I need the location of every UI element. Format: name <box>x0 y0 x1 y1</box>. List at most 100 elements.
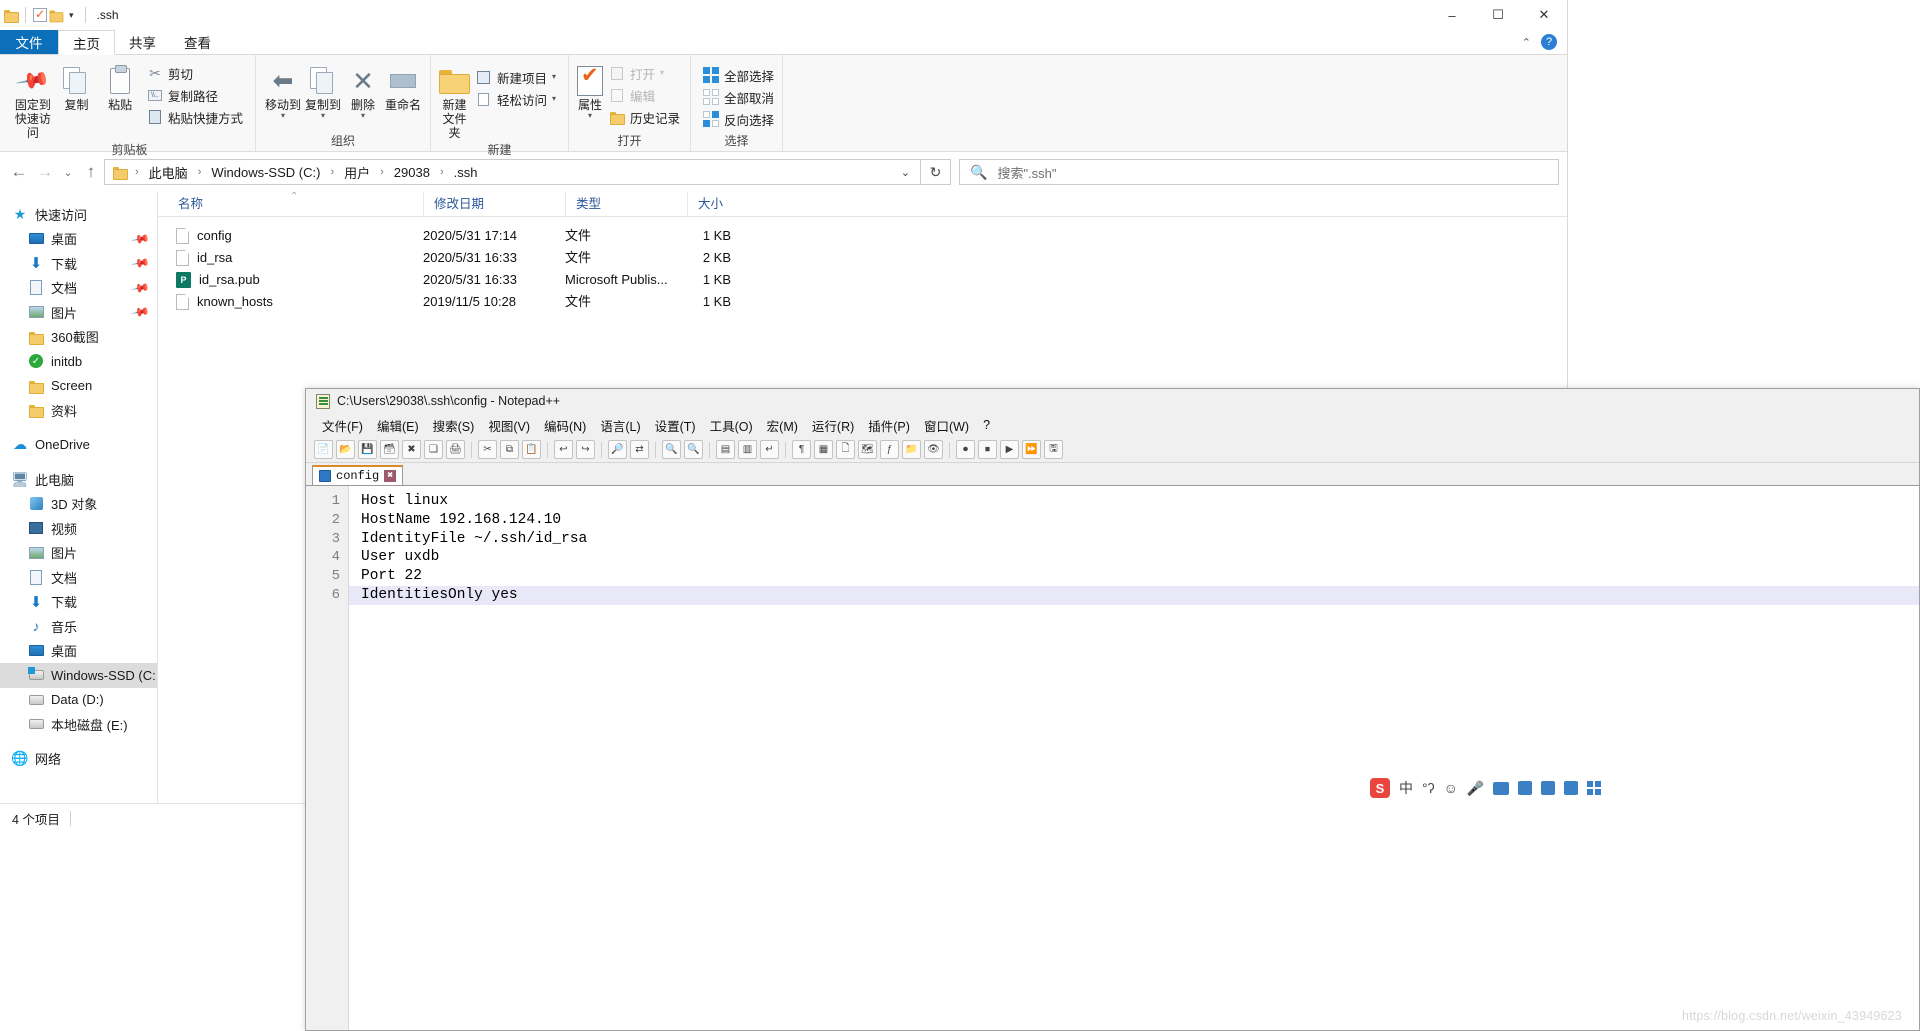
sidebar-item-downloads-pc[interactable]: ⬇ 下载 <box>0 590 157 615</box>
menu-window[interactable]: 窗口(W) <box>918 414 975 437</box>
save-macro-icon[interactable]: 🖫 <box>1044 440 1063 459</box>
menu-plugins[interactable]: 插件(P) <box>862 414 916 437</box>
copy-button[interactable]: 复制 <box>56 60 98 112</box>
new-folder-button[interactable]: 新建 文件夹 <box>439 60 471 140</box>
edit-button[interactable]: 编辑 <box>605 84 684 106</box>
breadcrumb-item-1[interactable]: Windows-SSD (C:) <box>209 165 322 180</box>
new-item-button[interactable]: 新建项目 ▾ <box>472 66 560 88</box>
breadcrumb-item-4[interactable]: .ssh <box>452 165 480 180</box>
open-file-icon[interactable]: 📂 <box>336 440 355 459</box>
properties-icon[interactable]: ✓ <box>33 7 47 22</box>
paste-button[interactable]: 粘贴 <box>99 60 141 112</box>
breadcrumb-item-0[interactable]: 此电脑 <box>147 163 190 182</box>
copy-path-button[interactable]: \\.. 复制路径 <box>143 84 247 106</box>
sidebar-item-documents[interactable]: 文档 📌 <box>0 276 157 301</box>
close-all-icon[interactable]: ❏ <box>424 440 443 459</box>
select-none-button[interactable]: 全部取消 <box>699 86 778 108</box>
breadcrumb-item-2[interactable]: 用户 <box>342 163 372 182</box>
zoom-out-icon[interactable]: 🔍 <box>684 440 703 459</box>
ime-mode-label[interactable]: 中 <box>1399 778 1413 798</box>
indent-guide-icon[interactable]: ▦ <box>814 440 833 459</box>
undo-icon[interactable]: ↩ <box>554 440 573 459</box>
menu-search[interactable]: 搜索(S) <box>427 414 481 437</box>
column-header-size[interactable]: 大小 <box>687 191 757 217</box>
sync-scroll-v-icon[interactable]: ▤ <box>716 440 735 459</box>
sidebar-item-360screenshot[interactable]: 360截图 <box>0 325 157 350</box>
copy-to-button[interactable]: 复制到 ▾ <box>304 60 342 120</box>
address-bar[interactable]: › 此电脑 › Windows-SSD (C:) › 用户 › 29038 › … <box>104 159 921 185</box>
sogou-logo-icon[interactable]: S <box>1370 778 1390 798</box>
new-folder-icon[interactable] <box>49 9 64 23</box>
rename-button[interactable]: 重命名 <box>384 60 422 112</box>
tab-share[interactable]: 共享 <box>115 30 170 54</box>
breadcrumb-item-3[interactable]: 29038 <box>392 165 432 180</box>
zoom-in-icon[interactable]: 🔍 <box>662 440 681 459</box>
sidebar-item-documents-pc[interactable]: 文档 <box>0 565 157 590</box>
close-file-icon[interactable]: ✖ <box>402 440 421 459</box>
sidebar-item-screen[interactable]: Screen <box>0 374 157 399</box>
sidebar-item-3d-objects[interactable]: 3D 对象 <box>0 492 157 517</box>
table-row[interactable]: Pid_rsa.pub 2020/5/31 16:33 Microsoft Pu… <box>158 269 1567 291</box>
navigation-pane[interactable]: ★ 快速访问 桌面 📌 ⬇ 下载 📌 文档 📌 图片 📌 360截图 ✓ ini… <box>0 192 158 803</box>
doc-map-icon[interactable]: 🗺 <box>858 440 877 459</box>
forward-button[interactable]: → <box>32 159 58 185</box>
select-all-button[interactable]: 全部选择 <box>699 64 778 86</box>
sidebar-item-videos[interactable]: 视频 <box>0 516 157 541</box>
minimize-button[interactable]: – <box>1429 0 1475 30</box>
recent-locations-button[interactable]: ⌄ <box>58 159 78 185</box>
sidebar-item-windows-ssd[interactable]: Windows-SSD (C: <box>0 663 157 688</box>
replace-icon[interactable]: ⇄ <box>630 440 649 459</box>
sidebar-item-local-disk-e[interactable]: 本地磁盘 (E:) <box>0 712 157 737</box>
search-input[interactable]: 🔍 搜索".ssh" <box>959 159 1559 185</box>
cut-button[interactable]: ✂ 剪切 <box>143 62 247 84</box>
history-button[interactable]: 历史记录 <box>605 106 684 128</box>
pin-to-quick-access-button[interactable]: 📌 固定到 快速访问 <box>12 60 54 140</box>
record-macro-icon[interactable]: ⏺ <box>956 440 975 459</box>
back-button[interactable]: ← <box>6 159 32 185</box>
print-icon[interactable]: 🖨 <box>446 440 465 459</box>
refresh-button[interactable]: ↻ <box>921 159 951 185</box>
tab-view[interactable]: 查看 <box>170 30 225 54</box>
sidebar-item-this-pc[interactable]: 🖥 此电脑 <box>0 467 157 492</box>
help-icon[interactable]: ? <box>1541 34 1557 50</box>
stop-macro-icon[interactable]: ⏹ <box>978 440 997 459</box>
sidebar-item-desktop-pc[interactable]: 桌面 <box>0 639 157 664</box>
code-area[interactable]: Host linux HostName 192.168.124.10 Ident… <box>349 486 1919 1030</box>
chevron-down-icon[interactable]: ▾ <box>65 10 78 21</box>
run-macro-multiple-icon[interactable]: ⏩ <box>1022 440 1041 459</box>
new-file-icon[interactable]: 📄 <box>314 440 333 459</box>
up-button[interactable]: ↑ <box>78 159 104 185</box>
trash-icon[interactable] <box>1564 781 1579 795</box>
table-row[interactable]: known_hosts 2019/11/5 10:28 文件 1 KB <box>158 291 1567 313</box>
menu-file[interactable]: 文件(F) <box>316 414 369 437</box>
sidebar-item-music[interactable]: ♪ 音乐 <box>0 614 157 639</box>
delete-button[interactable]: ✕ 删除 ▾ <box>344 60 382 120</box>
tab-config[interactable]: config ✖ <box>312 465 404 485</box>
menu-tools[interactable]: 工具(O) <box>704 414 759 437</box>
sync-scroll-h-icon[interactable]: ▥ <box>738 440 757 459</box>
menu-language[interactable]: 语言(L) <box>594 414 646 437</box>
sidebar-item-ziliao[interactable]: 资料 <box>0 398 157 423</box>
notepadpp-editor[interactable]: 1 2 3 4 5 6 Host linux HostName 192.168.… <box>306 485 1919 1030</box>
user-icon[interactable] <box>1518 781 1533 795</box>
close-icon[interactable]: ✖ <box>384 470 397 482</box>
menu-edit[interactable]: 编辑(E) <box>371 414 425 437</box>
play-macro-icon[interactable]: ▶ <box>1000 440 1019 459</box>
redo-icon[interactable]: ↪ <box>576 440 595 459</box>
menu-run[interactable]: 运行(R) <box>806 414 860 437</box>
address-dropdown-icon[interactable]: ⌄ <box>901 166 920 179</box>
mic-icon[interactable]: 🎤 <box>1467 780 1484 797</box>
invert-selection-button[interactable]: 反向选择 <box>699 108 778 130</box>
easy-access-button[interactable]: 轻松访问 ▾ <box>472 88 560 110</box>
sidebar-item-quick-access[interactable]: ★ 快速访问 <box>0 202 157 227</box>
open-button[interactable]: 打开 ▾ <box>605 62 684 84</box>
sidebar-item-data-d[interactable]: Data (D:) <box>0 688 157 713</box>
monitoring-icon[interactable]: 👁 <box>924 440 943 459</box>
menu-macro[interactable]: 宏(M) <box>761 414 804 437</box>
menu-settings[interactable]: 设置(T) <box>649 414 702 437</box>
function-list-icon[interactable]: ƒ <box>880 440 899 459</box>
column-header-type[interactable]: 类型 <box>565 191 687 217</box>
cut-icon[interactable]: ✂ <box>478 440 497 459</box>
keyboard-icon[interactable] <box>1493 781 1510 795</box>
sidebar-item-pictures[interactable]: 图片 📌 <box>0 300 157 325</box>
